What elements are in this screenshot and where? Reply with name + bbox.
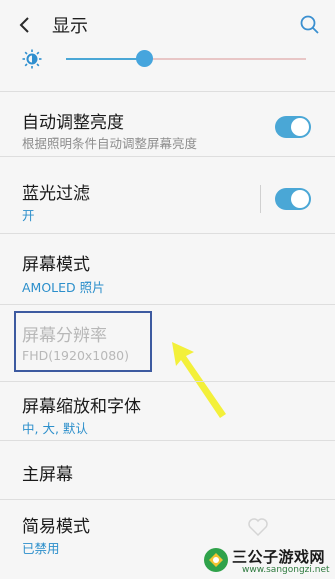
watermark-logo-icon [204,548,228,572]
watermark-name: 三公子游戏网 [232,548,326,566]
setting-auto-brightness[interactable]: 自动调整亮度 根据照明条件自动调整屏幕亮度 [0,92,335,156]
brightness-slider-row [0,46,335,72]
auto-brightness-toggle[interactable] [275,116,311,138]
toggle-knob [291,118,309,136]
watermark-url: www.sangongzi.net [242,565,330,575]
setting-subtitle: 中, 大, 默认 [22,421,88,436]
setting-subtitle: 开 [22,208,35,223]
page-title: 显示 [52,16,88,37]
brightness-sun-icon [22,49,42,69]
setting-title: 屏幕缩放和字体 [22,397,141,417]
setting-subtitle: 根据照明条件自动调整屏幕亮度 [22,136,198,151]
toggle-knob [291,190,309,208]
setting-subtitle: AMOLED 照片 [22,280,105,295]
setting-title: 屏幕模式 [22,255,90,275]
blue-light-filter-toggle[interactable] [275,188,311,210]
watermark: 三公子游戏网 www.sangongzi.net [200,543,335,579]
brightness-track-empty [150,58,306,60]
setting-title: 蓝光过滤 [22,184,90,204]
setting-title: 简易模式 [22,517,90,537]
top-bar: 显示 [0,0,335,50]
vertical-separator [260,185,261,213]
setting-home-screen[interactable]: 主屏幕 [0,441,335,499]
brightness-track-filled [66,58,144,60]
brightness-slider-thumb[interactable] [136,50,153,67]
setting-title: 主屏幕 [22,465,73,485]
search-icon[interactable] [299,14,321,36]
annotation-highlight-box [14,311,152,372]
setting-blue-light-filter[interactable]: 蓝光过滤 开 [0,157,335,233]
setting-title: 自动调整亮度 [22,113,124,133]
heart-icon [248,518,268,536]
chevron-left-icon[interactable] [14,14,36,36]
setting-subtitle: 已禁用 [22,541,60,556]
setting-screen-mode[interactable]: 屏幕模式 AMOLED 照片 [0,234,335,304]
